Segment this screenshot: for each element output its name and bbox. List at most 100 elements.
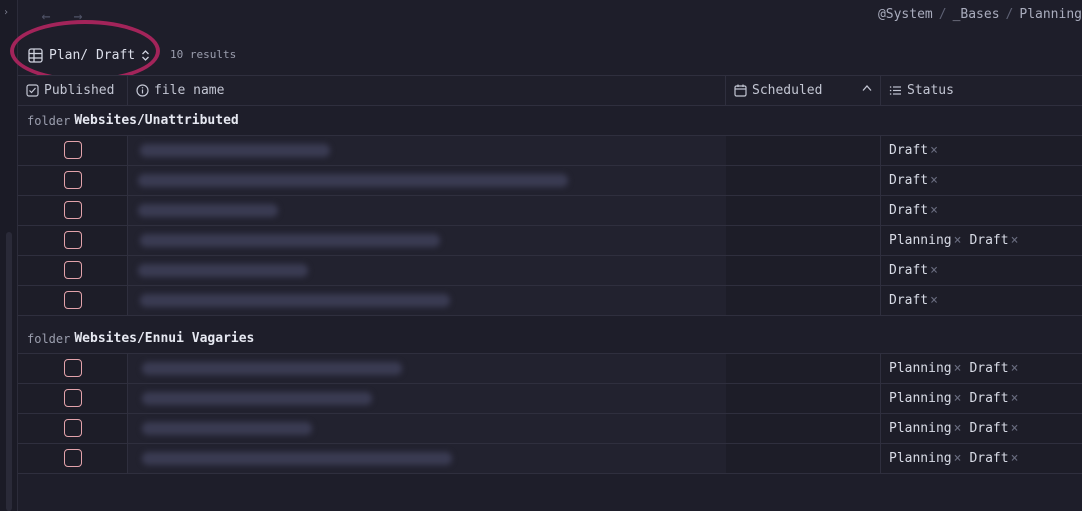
sidebar-scrollbar[interactable] <box>6 232 12 511</box>
status-tag[interactable]: Draft × <box>889 203 938 218</box>
table-row: Planning × Draft × <box>18 384 1082 414</box>
status-tag-label: Draft <box>889 263 929 278</box>
close-icon[interactable]: × <box>930 143 938 158</box>
arrow-left-icon[interactable]: ← <box>36 6 56 26</box>
status-tag[interactable]: Draft × <box>969 233 1018 248</box>
close-icon[interactable]: × <box>954 451 962 466</box>
status-cell[interactable]: Planning × Draft × <box>881 354 1082 383</box>
status-cell[interactable]: Planning × Draft × <box>881 226 1082 255</box>
close-icon[interactable]: × <box>1011 421 1019 436</box>
status-tag[interactable]: Planning × <box>889 391 961 406</box>
published-checkbox[interactable] <box>64 359 82 377</box>
published-checkbox[interactable] <box>64 389 82 407</box>
file-name-cell[interactable] <box>128 444 726 473</box>
results-count: 10 results <box>170 48 237 61</box>
status-tag-label: Draft <box>969 451 1009 466</box>
redacted-file-name <box>128 354 726 383</box>
status-cell[interactable]: Draft × <box>881 286 1082 315</box>
scheduled-cell[interactable] <box>726 444 881 473</box>
close-icon[interactable]: × <box>1011 391 1019 406</box>
file-name-cell[interactable] <box>128 256 726 285</box>
breadcrumb-item[interactable]: _Bases <box>953 7 1000 22</box>
close-icon[interactable]: × <box>954 233 962 248</box>
scheduled-cell[interactable] <box>726 354 881 383</box>
status-tag[interactable]: Draft × <box>969 451 1018 466</box>
status-tag[interactable]: Draft × <box>969 391 1018 406</box>
close-icon[interactable]: × <box>1011 361 1019 376</box>
published-checkbox[interactable] <box>64 231 82 249</box>
close-icon[interactable]: × <box>954 421 962 436</box>
scheduled-cell[interactable] <box>726 136 881 165</box>
status-tag[interactable]: Planning × <box>889 361 961 376</box>
published-checkbox[interactable] <box>64 291 82 309</box>
published-checkbox[interactable] <box>64 141 82 159</box>
scheduled-cell[interactable] <box>726 384 881 413</box>
status-tag[interactable]: Planning × <box>889 233 961 248</box>
column-header-published[interactable]: Published <box>18 76 128 105</box>
view-selector[interactable]: Plan/ Draft <box>28 43 150 67</box>
status-tag[interactable]: Planning × <box>889 421 961 436</box>
redacted-file-name <box>128 444 726 473</box>
scheduled-cell[interactable] <box>726 226 881 255</box>
file-name-cell[interactable] <box>128 286 726 315</box>
published-checkbox[interactable] <box>64 449 82 467</box>
close-icon[interactable]: × <box>930 293 938 308</box>
status-tag[interactable]: Planning × <box>889 451 961 466</box>
published-cell <box>18 354 128 383</box>
status-tag[interactable]: Draft × <box>889 143 938 158</box>
redaction-smudge <box>138 174 568 187</box>
status-tag[interactable]: Draft × <box>969 361 1018 376</box>
column-header-file-name[interactable]: file name <box>128 76 726 105</box>
sort-ascending-icon[interactable] <box>862 84 872 92</box>
breadcrumb-item[interactable]: Planning <box>1019 7 1082 22</box>
scheduled-cell[interactable] <box>726 166 881 195</box>
table-row: Draft × <box>18 166 1082 196</box>
redacted-file-name <box>128 384 726 413</box>
scheduled-cell[interactable] <box>726 256 881 285</box>
table-row: Draft × <box>18 256 1082 286</box>
status-cell[interactable]: Planning × Draft × <box>881 444 1082 473</box>
published-checkbox[interactable] <box>64 419 82 437</box>
file-name-cell[interactable] <box>128 414 726 443</box>
status-tag[interactable]: Draft × <box>889 263 938 278</box>
status-cell[interactable]: Draft × <box>881 196 1082 225</box>
close-icon[interactable]: × <box>930 263 938 278</box>
column-header-scheduled[interactable]: Scheduled <box>726 76 881 105</box>
close-icon[interactable]: × <box>930 173 938 188</box>
status-cell[interactable]: Draft × <box>881 256 1082 285</box>
file-name-cell[interactable] <box>128 136 726 165</box>
file-name-cell[interactable] <box>128 226 726 255</box>
status-tag[interactable]: Draft × <box>889 173 938 188</box>
published-checkbox[interactable] <box>64 201 82 219</box>
scheduled-cell[interactable] <box>726 414 881 443</box>
redacted-file-name <box>128 286 726 315</box>
status-tag[interactable]: Draft × <box>889 293 938 308</box>
file-name-cell[interactable] <box>128 384 726 413</box>
file-name-cell[interactable] <box>128 354 726 383</box>
published-checkbox[interactable] <box>64 261 82 279</box>
close-icon[interactable]: × <box>954 391 962 406</box>
status-cell[interactable]: Draft × <box>881 136 1082 165</box>
status-cell[interactable]: Planning × Draft × <box>881 384 1082 413</box>
file-name-cell[interactable] <box>128 166 726 195</box>
status-cell[interactable]: Draft × <box>881 166 1082 195</box>
close-icon[interactable]: × <box>1011 451 1019 466</box>
breadcrumb-item[interactable]: @System <box>878 7 933 22</box>
published-cell <box>18 384 128 413</box>
arrow-right-icon[interactable]: → <box>68 6 88 26</box>
column-header-status[interactable]: Status <box>881 76 1082 105</box>
close-icon[interactable]: × <box>1011 233 1019 248</box>
redaction-smudge <box>138 264 308 277</box>
status-tag-label: Draft <box>969 391 1009 406</box>
column-label: Published <box>44 83 115 98</box>
scheduled-cell[interactable] <box>726 286 881 315</box>
published-checkbox[interactable] <box>64 171 82 189</box>
status-cell[interactable]: Planning × Draft × <box>881 414 1082 443</box>
close-icon[interactable]: × <box>930 203 938 218</box>
close-icon[interactable]: × <box>954 361 962 376</box>
table-header: Published file name Scheduled Status <box>18 75 1082 106</box>
file-name-cell[interactable] <box>128 196 726 225</box>
published-cell <box>18 414 128 443</box>
status-tag[interactable]: Draft × <box>969 421 1018 436</box>
scheduled-cell[interactable] <box>726 196 881 225</box>
